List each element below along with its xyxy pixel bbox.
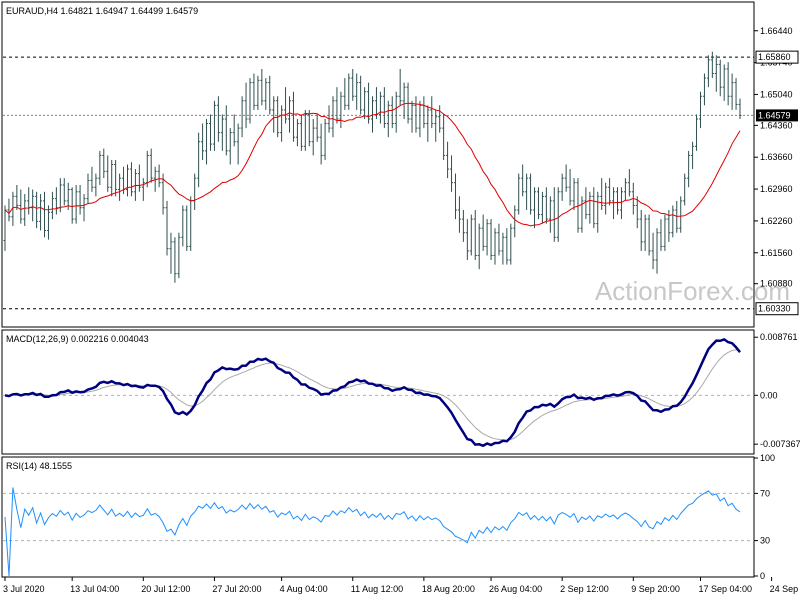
macd-title: MACD(12,26,9) 0.002216 0.004043 xyxy=(6,334,149,344)
price-tick-label: 1.64360 xyxy=(760,120,793,130)
macd-tick-label: 0.00 xyxy=(760,390,778,400)
time-tick-label: 27 Jul 20:00 xyxy=(212,584,261,594)
rsi-tick-label: 100 xyxy=(760,453,775,463)
price-tick-label: 1.60880 xyxy=(760,279,793,289)
price-marker-label: 1.64579 xyxy=(758,110,791,120)
rsi-tick-label: 70 xyxy=(760,488,770,498)
chart-svg: ActionForex.com EURAUD,H4 1.64821 1.6494… xyxy=(0,0,800,600)
time-tick-label: 20 Jul 12:00 xyxy=(141,584,190,594)
time-tick-label: 11 Aug 12:00 xyxy=(351,584,403,594)
time-tick-label: 13 Jul 04:00 xyxy=(70,584,119,594)
price-title: EURAUD,H4 1.64821 1.64947 1.64499 1.6457… xyxy=(6,6,198,16)
time-tick-label: 24 Sep 12:00 xyxy=(770,584,800,594)
price-tick-label: 1.65040 xyxy=(760,89,793,99)
rsi-title: RSI(14) 48.1555 xyxy=(6,461,72,471)
time-tick-label: 2 Sep 12:00 xyxy=(560,584,609,594)
price-tick-label: 1.66440 xyxy=(760,26,793,36)
price-tick-label: 1.62960 xyxy=(760,184,793,194)
price-tick-label: 1.61560 xyxy=(760,248,793,258)
time-tick-label: 9 Sep 20:00 xyxy=(631,584,680,594)
time-tick-label: 4 Aug 04:00 xyxy=(280,584,328,594)
macd-tick-label: -0.007367 xyxy=(760,439,800,449)
price-marker: 1.64579 xyxy=(756,109,798,122)
price-y-axis: 1.664401.657401.650401.643601.636601.629… xyxy=(754,26,793,289)
level-label: 1.60330 xyxy=(758,304,791,314)
level-label: 1.65860 xyxy=(758,52,791,62)
time-tick-label: 26 Aug 04:00 xyxy=(489,584,542,594)
chart-window: ActionForex.com EURAUD,H4 1.64821 1.6494… xyxy=(0,0,800,600)
rsi-tick-label: 0 xyxy=(760,571,765,581)
price-tick-label: 1.63660 xyxy=(760,152,793,162)
time-tick-label: 3 Jul 2020 xyxy=(3,584,45,594)
price-tick-label: 1.62260 xyxy=(760,216,793,226)
macd-tick-label: 0.008761 xyxy=(760,332,798,342)
time-tick-label: 18 Aug 20:00 xyxy=(422,584,475,594)
rsi-tick-label: 30 xyxy=(760,536,770,546)
time-tick-label: 17 Sep 04:00 xyxy=(698,584,752,594)
